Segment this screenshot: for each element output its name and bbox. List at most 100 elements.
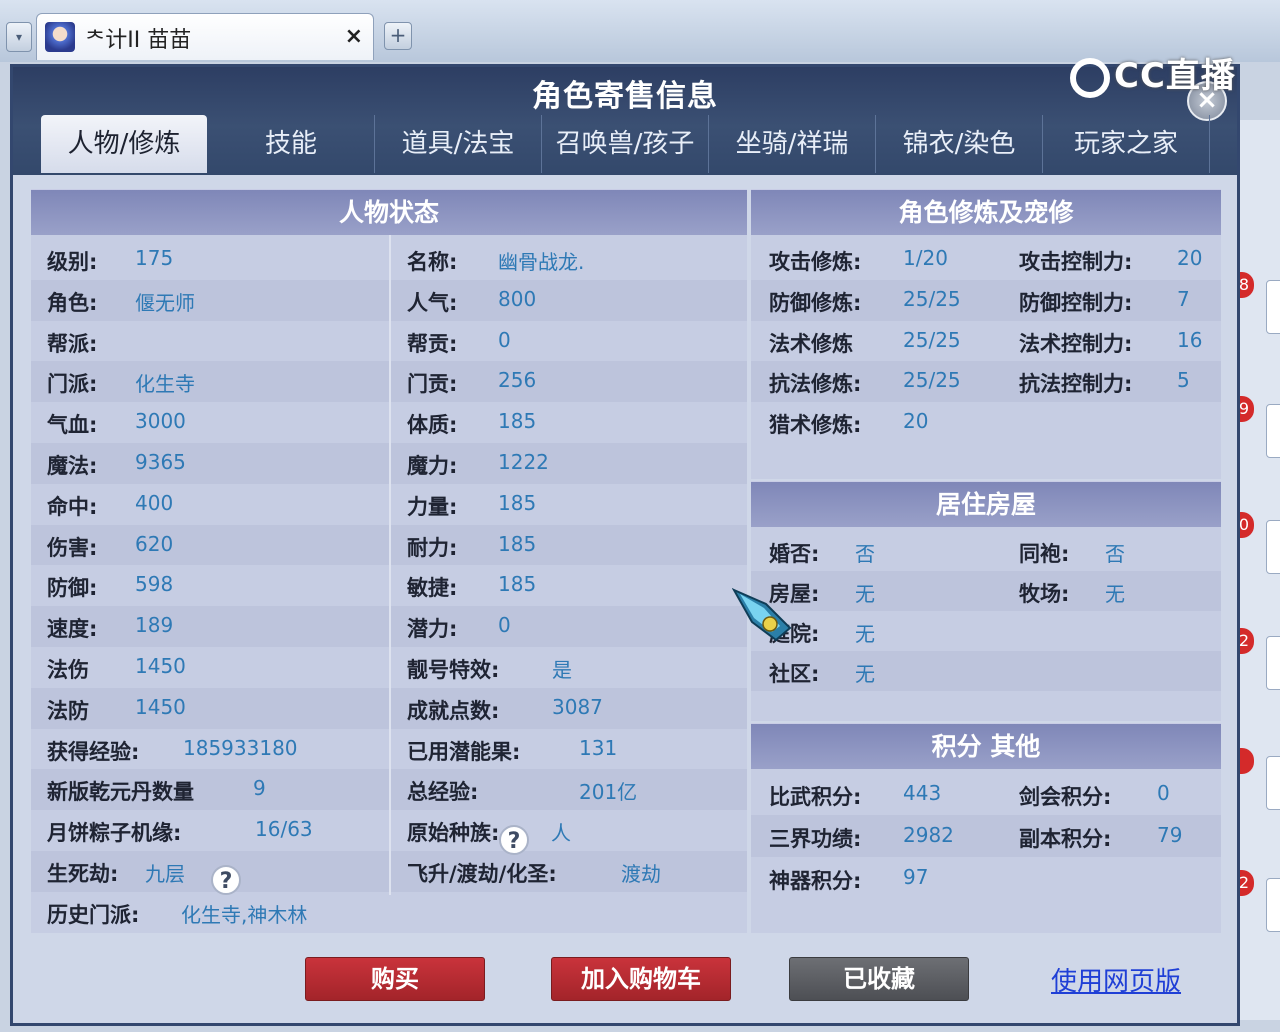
status-value: 3000 <box>135 409 186 434</box>
cultivation-label: 防御控制力: <box>1019 290 1133 315</box>
points-panel: 比武积分: 443 剑会积分: 0 三界功绩: 2982 副本积分: 79 神器积分: 97 <box>751 769 1221 933</box>
points-label: 副本积分: <box>1019 827 1112 851</box>
housing-value: 否 <box>855 542 875 566</box>
points-value: 2982 <box>903 823 954 847</box>
status-value: 9365 <box>135 450 186 474</box>
housing-label: 同袍: <box>1019 542 1070 566</box>
points-label: 比武积分: <box>769 785 862 809</box>
housing-row: 婚否: 否 同袍: 否 <box>751 531 1221 571</box>
status-label: 魔力: <box>407 454 458 478</box>
tab-close-icon[interactable]: × <box>345 24 363 49</box>
status-label: 潜力: <box>407 617 458 642</box>
housing-label: 社区: <box>769 662 820 686</box>
tab-0[interactable]: 人物/修炼 <box>41 115 207 173</box>
dialog-title: 角色寄售信息 <box>532 79 718 114</box>
cultivation-value: 25/25 <box>903 327 961 352</box>
cc-live-watermark: CC直播 <box>1070 48 1236 98</box>
cultivation-row: 法术修炼 25/25 法术控制力: 16 <box>751 321 1221 362</box>
status-label: 角色: <box>47 290 98 315</box>
status-row: 历史门派: 化生寺,神木林 <box>31 892 747 933</box>
status-value: 256 <box>498 368 537 393</box>
status-label: 获得经验: <box>47 739 140 764</box>
status-value: 175 <box>135 246 174 270</box>
cultivation-value: 20 <box>903 409 929 434</box>
status-label: 门贡: <box>407 372 458 397</box>
tab-6[interactable]: 玩家之家 <box>1043 115 1210 173</box>
cultivation-value: 5 <box>1177 368 1190 393</box>
background-card <box>1266 404 1280 458</box>
status-label: 总经验: <box>407 780 479 805</box>
status-column-divider <box>389 235 391 895</box>
status-value: 0 <box>498 327 511 352</box>
cultivation-row: 猎术修炼: 20 <box>751 402 1221 443</box>
tab-4[interactable]: 坐骑/祥瑞 <box>709 115 876 173</box>
status-value: 185 <box>498 409 537 434</box>
tab-5[interactable]: 锦衣/染色 <box>876 115 1043 173</box>
watermark-text: CC直播 <box>1114 56 1236 96</box>
background-card <box>1266 280 1280 334</box>
cc-logo-icon <box>1070 57 1110 98</box>
status-value: 800 <box>498 286 537 311</box>
status-label: 敏捷: <box>407 576 458 601</box>
status-value: 1450 <box>135 654 186 678</box>
status-label: 人气: <box>407 290 458 315</box>
dialog-header: 角色寄售信息 × 人物/修炼 技能 道具/法宝 召唤兽/孩子 坐骑/祥瑞 锦衣/染色 玩家之… <box>13 67 1237 175</box>
status-value: 185 <box>498 531 537 556</box>
status-label: 体质: <box>407 413 458 438</box>
web-version-link[interactable]: 使用网页版 <box>1051 961 1181 998</box>
background-card <box>1266 636 1280 690</box>
status-label: 名称: <box>407 250 458 274</box>
browser-tab[interactable]: ᄎ计II 苗苗 × <box>36 13 374 60</box>
cultivation-value: 25/25 <box>903 286 961 311</box>
status-value: 400 <box>135 490 174 515</box>
status-label: 速度: <box>47 617 98 642</box>
status-label: 新版乾元丹数量 <box>47 780 194 805</box>
buy-button[interactable]: 购买 <box>305 957 485 1001</box>
cultivation-row: 攻击修炼: 1/20 攻击控制力: 20 <box>751 239 1221 280</box>
cultivation-value: 20 <box>1177 246 1203 270</box>
status-value: 3087 <box>552 694 603 719</box>
status-label: 魔法: <box>47 454 98 478</box>
add-to-cart-button[interactable]: 加入购物车 <box>551 957 731 1001</box>
tab-1[interactable]: 技能 <box>208 115 375 173</box>
cultivation-row: 防御修炼: 25/25 防御控制力: 7 <box>751 279 1221 321</box>
status-value: 185 <box>498 490 537 515</box>
cultivation-panel: 攻击修炼: 1/20 攻击控制力: 20 防御修炼: 25/25 防御控制力: 7 法术修炼 25… <box>751 235 1221 479</box>
status-value: 化生寺,神木林 <box>181 902 308 927</box>
new-tab-button[interactable]: + <box>384 22 412 50</box>
housing-label: 牧场: <box>1019 582 1070 606</box>
status-value: 185 <box>498 572 537 597</box>
game-avatar-icon <box>45 22 75 52</box>
housing-value: 无 <box>855 662 875 686</box>
housing-value: 无 <box>855 582 875 606</box>
cultivation-value: 7 <box>1177 286 1190 311</box>
favorited-button[interactable]: 已收藏 <box>789 957 969 1001</box>
housing-row: 房屋: 无牧场: 无 <box>751 571 1221 611</box>
help-icon[interactable]: ? <box>211 865 241 895</box>
status-panel-header: 人物状态 <box>31 189 747 236</box>
cultivation-row: 抗法修炼: 25/25 抗法控制力: 5 <box>751 361 1221 403</box>
tab-2[interactable]: 道具/法宝 <box>375 115 542 173</box>
status-label: 门派: <box>47 372 98 397</box>
background-card <box>1266 756 1280 810</box>
status-value: 0 <box>498 613 511 638</box>
cultivation-value: 1/20 <box>903 246 948 270</box>
help-icon[interactable]: ? <box>499 825 529 855</box>
status-label: 法防 <box>47 698 89 723</box>
status-label: 帮贡: <box>407 331 458 356</box>
cultivation-label: 法术修炼 <box>769 331 853 356</box>
status-label: 月饼粽子机缘: <box>47 821 182 846</box>
housing-label: 婚否: <box>769 542 820 566</box>
status-label: 生死劫: <box>47 862 119 886</box>
tab-3[interactable]: 召唤兽/孩子 <box>542 115 709 173</box>
status-value: 化生寺 <box>135 372 195 397</box>
status-value: 偃无师 <box>135 290 195 315</box>
status-label: 法伤 <box>47 658 89 682</box>
points-label: 三界功绩: <box>769 827 862 851</box>
tab-list-dropdown[interactable]: ▾ <box>6 22 32 52</box>
background-card <box>1266 878 1280 932</box>
status-label: 级别: <box>47 250 98 274</box>
housing-row: 社区: 无 <box>751 651 1221 691</box>
status-value: 1222 <box>498 450 549 474</box>
points-value: 0 <box>1157 781 1170 805</box>
